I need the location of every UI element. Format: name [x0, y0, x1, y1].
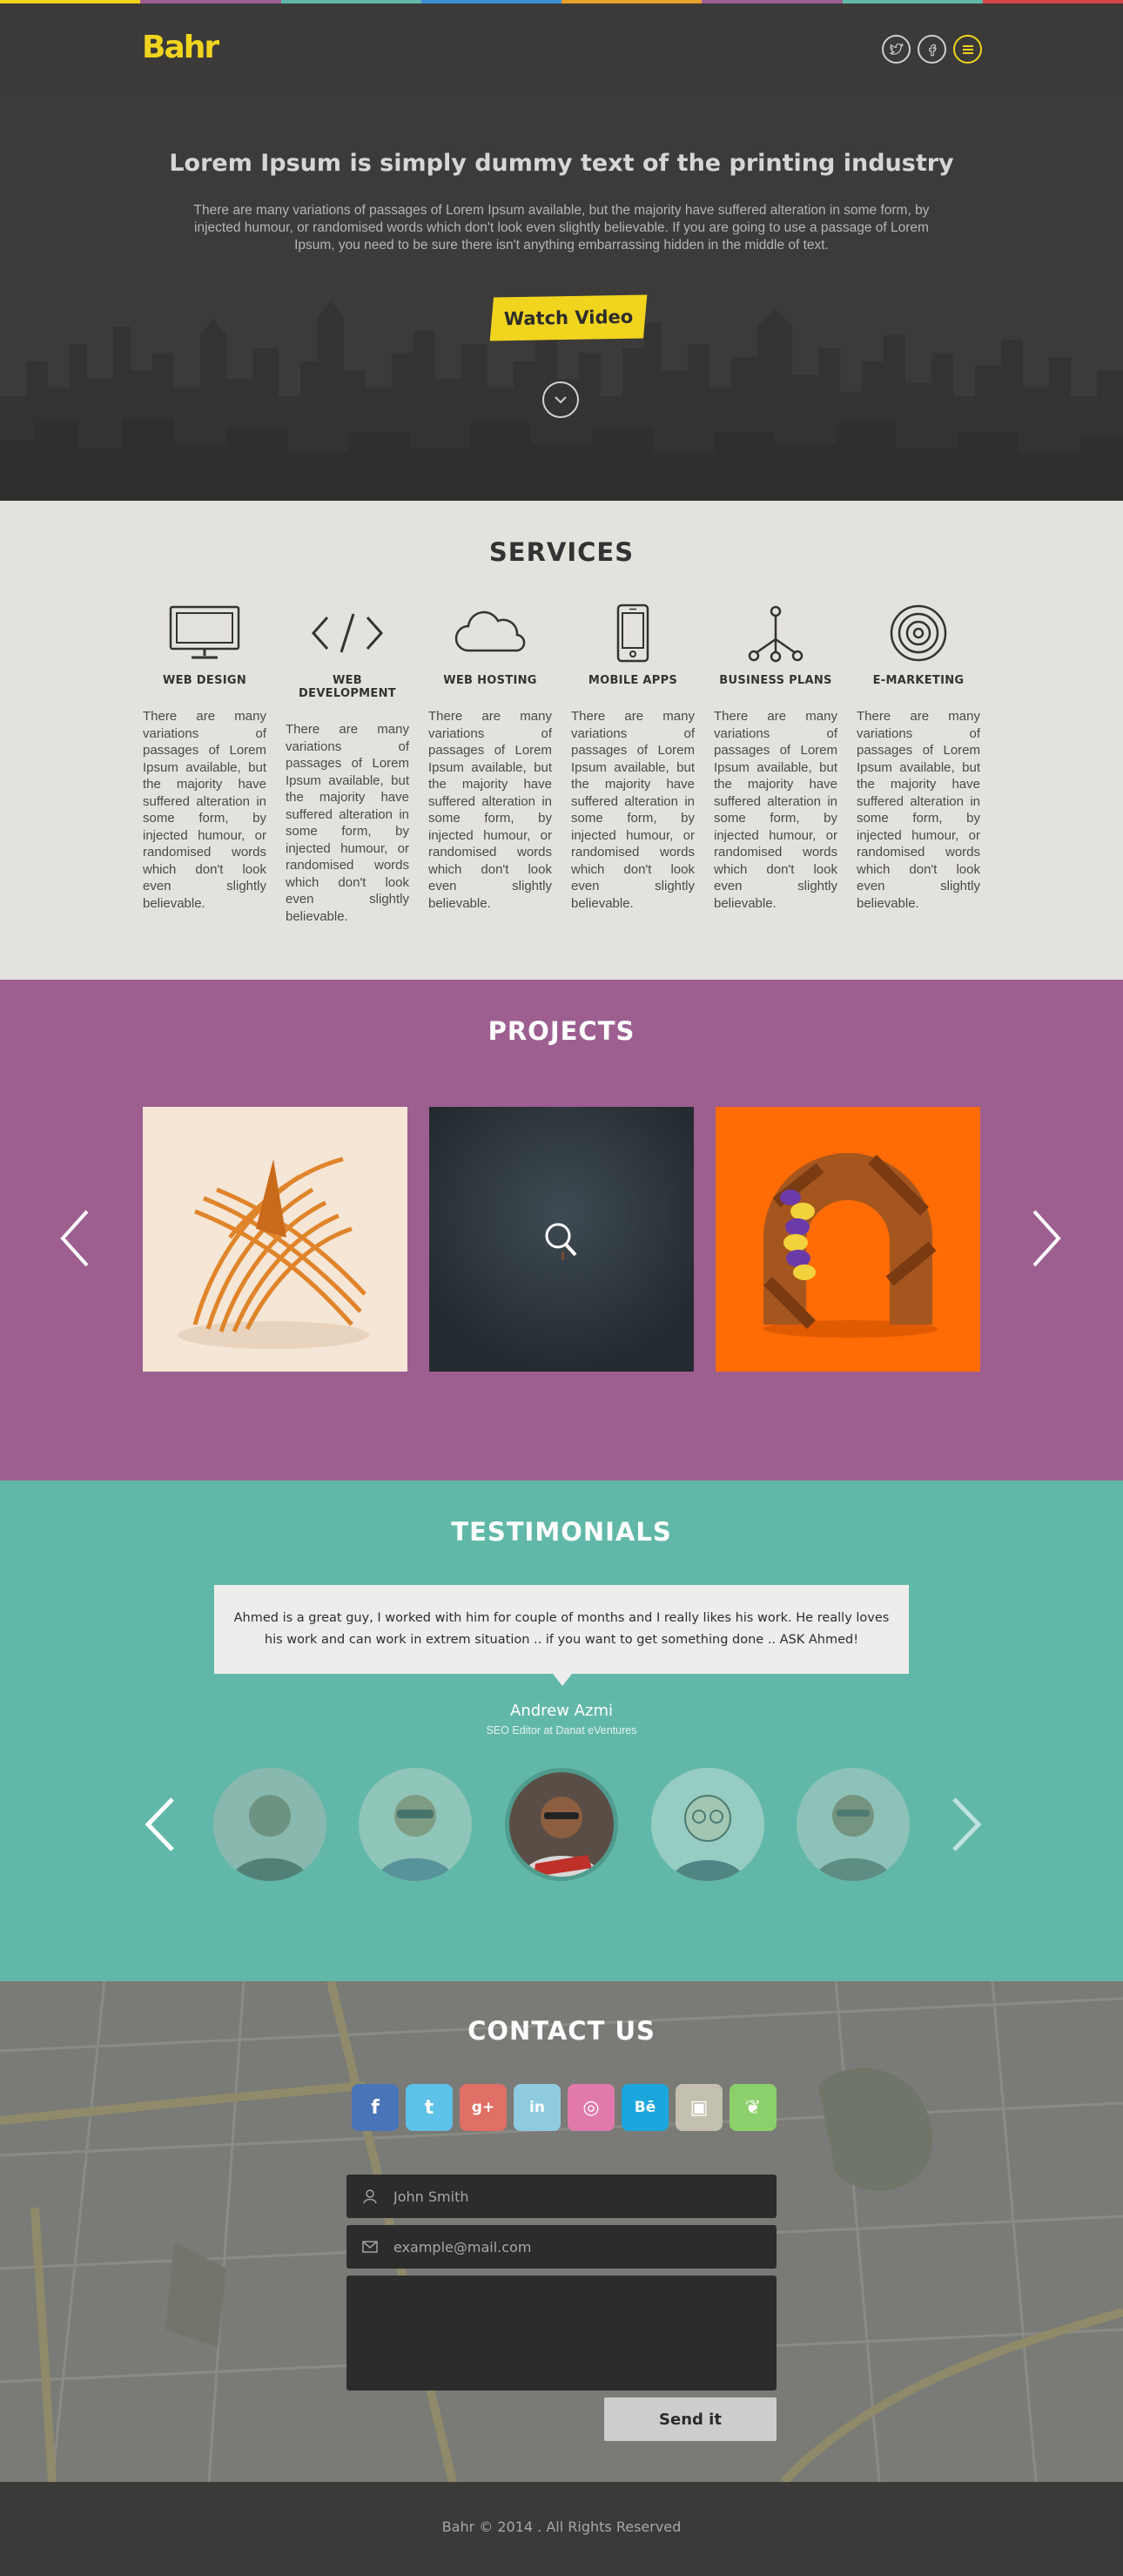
service-name: WEB DESIGN — [162, 674, 247, 687]
service-text: There are many variations of passages of… — [714, 709, 837, 911]
projects-next-button[interactable] — [1029, 1208, 1064, 1273]
avatar[interactable] — [797, 1768, 910, 1881]
service-text: There are many variations of passages of… — [428, 709, 552, 911]
service-name: MOBILE APPS — [588, 674, 678, 687]
service-text: There are many variations of passages of… — [571, 709, 695, 911]
watch-video-button[interactable]: Watch Video — [489, 294, 648, 341]
facebook-icon[interactable] — [918, 35, 946, 64]
name-input[interactable] — [393, 2188, 759, 2205]
projects-section: PROJECTS — [0, 980, 1123, 1480]
testimonial-name: Andrew Azmi — [510, 1702, 613, 1720]
cloud-icon — [454, 610, 526, 651]
twitter-glyph: t — [424, 2096, 434, 2119]
testimonials-prev-button[interactable] — [143, 1796, 178, 1858]
email-field — [346, 2225, 777, 2269]
evernote-glyph: ❦ — [744, 2096, 762, 2119]
service-e-marketing: E-MARKETING There are many variations of… — [857, 600, 980, 912]
smartphone-icon — [616, 604, 649, 662]
service-name: WEB HOSTING — [443, 674, 537, 687]
hero-section: Lorem Ipsum is simply dummy text of the … — [0, 94, 1123, 501]
testimonials-next-button[interactable] — [949, 1796, 984, 1858]
avatar-active[interactable] — [505, 1768, 618, 1881]
chevron-left-icon — [145, 1797, 174, 1851]
testimonials-title: TESTIMONIALS — [451, 1517, 672, 1547]
logo[interactable]: Bahr — [142, 30, 219, 65]
name-field — [346, 2175, 777, 2218]
testimonial-role: SEO Editor at Danat eVentures — [486, 1724, 637, 1736]
linkedin-icon[interactable]: in — [514, 2084, 561, 2131]
target-icon — [890, 604, 947, 661]
chevron-left-icon — [60, 1210, 89, 1267]
facebook-glyph: f — [371, 2096, 380, 2119]
orange-arch-image[interactable] — [716, 1107, 980, 1372]
dark-project-image[interactable] — [429, 1107, 694, 1372]
service-text: There are many variations of passages of… — [286, 722, 409, 924]
testimonials-section: TESTIMONIALS Ahmed is a great guy, I wor… — [0, 1480, 1123, 1981]
testimonial-quote: Ahmed is a great guy, I worked with him … — [214, 1585, 909, 1674]
service-mobile-apps: MOBILE APPS There are many variations of… — [571, 600, 695, 912]
social-icons: f t g+ in ◎ Bē ▣ ❦ — [352, 2084, 777, 2131]
avatar[interactable] — [651, 1768, 764, 1881]
services-section: SERVICES WEB DESIGN There are many varia… — [0, 501, 1123, 980]
linkedin-glyph: in — [529, 2099, 545, 2116]
chevron-right-icon — [1032, 1210, 1061, 1267]
instagram-icon[interactable]: ▣ — [676, 2084, 723, 2131]
evernote-icon[interactable]: ❦ — [730, 2084, 777, 2131]
contact-title: CONTACT US — [467, 2016, 656, 2046]
google-plus-glyph: g+ — [471, 2099, 495, 2116]
footer: Bahr © 2014 . All Rights Reserved — [0, 2482, 1123, 2576]
user-icon — [363, 2189, 377, 2204]
email-input[interactable] — [393, 2238, 759, 2256]
message-field — [346, 2276, 777, 2391]
instagram-glyph: ▣ — [689, 2096, 709, 2119]
dribbble-glyph: ◎ — [582, 2096, 600, 2119]
message-textarea[interactable] — [346, 2276, 777, 2391]
contact-section: CONTACT US f t g+ in ◎ Bē ▣ ❦ Send it — [0, 1981, 1123, 2482]
header-icons — [882, 35, 982, 64]
behance-icon[interactable]: Bē — [622, 2084, 669, 2131]
dribbble-icon[interactable]: ◎ — [568, 2084, 615, 2131]
service-name: BUSINESS PLANS — [719, 674, 832, 687]
service-web-development: WEB DEVELOPMENT There are many variation… — [286, 600, 409, 925]
hero-text: There are many variations of passages of… — [193, 203, 930, 253]
menu-icon[interactable] — [953, 35, 982, 64]
service-web-design: WEB DESIGN There are many variations of … — [143, 600, 266, 912]
chevron-down-icon — [555, 396, 567, 404]
service-business-plans: BUSINESS PLANS There are many variations… — [714, 600, 837, 912]
code-icon — [311, 613, 384, 652]
network-icon — [748, 605, 804, 662]
watch-video-label: Watch Video — [503, 306, 634, 330]
projects-prev-button[interactable] — [57, 1208, 92, 1273]
monitor-icon — [169, 605, 240, 658]
behance-glyph: Bē — [634, 2099, 656, 2116]
quote-pointer — [553, 1674, 572, 1686]
twitter-icon[interactable] — [882, 35, 911, 64]
projects-title: PROJECTS — [488, 1016, 635, 1046]
hero-title: Lorem Ipsum is simply dummy text of the … — [169, 150, 954, 177]
mail-icon — [362, 2241, 378, 2253]
service-name: WEB DEVELOPMENT — [299, 674, 396, 700]
scroll-down-button[interactable] — [542, 381, 579, 418]
google-plus-icon[interactable]: g+ — [460, 2084, 507, 2131]
chevron-right-icon — [952, 1797, 982, 1851]
copyright: Bahr © 2014 . All Rights Reserved — [441, 2519, 682, 2535]
service-name: E-MARKETING — [872, 674, 965, 687]
service-text: There are many variations of passages of… — [857, 709, 980, 911]
avatar[interactable] — [213, 1768, 326, 1881]
header: Bahr — [0, 3, 1123, 94]
twitter-icon[interactable]: t — [406, 2084, 453, 2131]
service-web-hosting: WEB HOSTING There are many variations of… — [428, 600, 552, 912]
orange-sculpture-image[interactable] — [143, 1107, 407, 1372]
service-text: There are many variations of passages of… — [143, 709, 266, 911]
avatar[interactable] — [359, 1768, 472, 1881]
services-title: SERVICES — [488, 537, 635, 567]
send-button[interactable]: Send it — [604, 2397, 777, 2441]
facebook-icon[interactable]: f — [352, 2084, 399, 2131]
